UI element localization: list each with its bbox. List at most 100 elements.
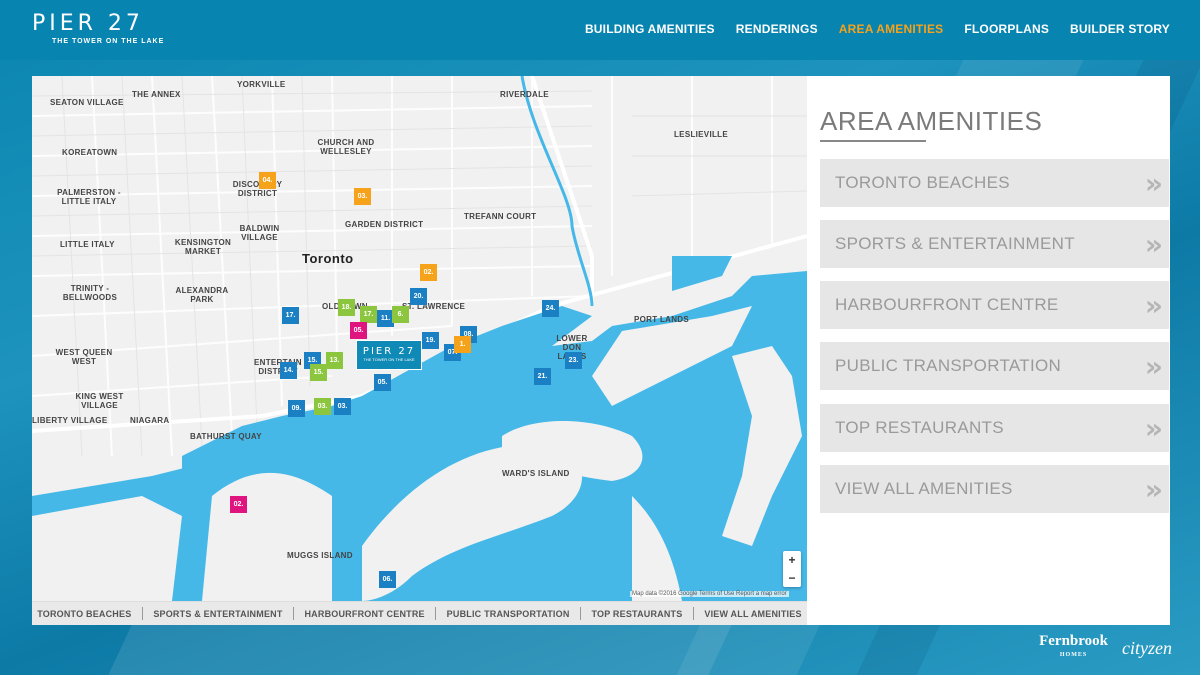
- sidebar-button-label: TOP RESTAURANTS: [835, 418, 1004, 437]
- map-marker[interactable]: 03.: [334, 398, 351, 415]
- map-label-niagara: NIAGARA: [130, 416, 170, 425]
- tab-divider: [141, 607, 143, 620]
- map-marker[interactable]: 05.: [374, 374, 391, 391]
- cityzen-name: cityzen: [1122, 638, 1172, 658]
- map-marker[interactable]: 03.: [314, 398, 331, 415]
- map-marker[interactable]: 13.: [326, 352, 343, 369]
- map-label-garden-district: GARDEN DISTRICT: [345, 220, 424, 229]
- chevron-double-right-icon: »: [1144, 166, 1163, 200]
- pier27-logo[interactable]: PIER 27 THE TOWER ON THE LAKE: [32, 11, 165, 46]
- title-underline: [820, 140, 926, 142]
- map-label-muggs-island: MUGGS ISLAND: [287, 551, 353, 560]
- map-marker[interactable]: 03.: [354, 188, 371, 205]
- map-tab-top-restaurants[interactable]: TOP RESTAURANTS: [591, 609, 682, 619]
- map-marker[interactable]: 19.: [422, 332, 439, 349]
- map-filter-tabs: TORONTO BEACHES SPORTS & ENTERTAINMENT H…: [32, 601, 807, 625]
- map-tab-view-all[interactable]: VIEW ALL AMENITIES: [704, 609, 801, 619]
- tab-divider: [293, 607, 295, 620]
- nav-floorplans[interactable]: FLOORPLANS: [964, 22, 1049, 36]
- map-marker[interactable]: 20.: [410, 288, 427, 305]
- map-label-bathurst-quay: BATHURST QUAY: [190, 432, 262, 441]
- map-marker[interactable]: 6.: [392, 306, 409, 323]
- map-label-riverdale: RIVERDALE: [500, 90, 549, 99]
- zoom-in-button[interactable]: +: [783, 551, 801, 569]
- map-marker[interactable]: 17.: [360, 306, 377, 323]
- map-marker[interactable]: 23.: [565, 352, 582, 369]
- map-label-wards-island: WARD'S ISLAND: [502, 469, 570, 478]
- map-marker[interactable]: 06.: [379, 571, 396, 588]
- zoom-control: + −: [783, 551, 801, 587]
- map-marker[interactable]: 02.: [420, 264, 437, 281]
- map-label-west-queen-west: WEST QUEEN WEST: [55, 348, 113, 366]
- chevron-double-right-icon: »: [1144, 227, 1163, 261]
- map-label-trinity-bellwoods: TRINITY - BELLWOODS: [62, 284, 118, 302]
- map-label-alexandra-park: ALEXANDRA PARK: [175, 286, 229, 304]
- map-label-trefann-court: TREFANN COURT: [464, 212, 537, 221]
- map-tab-harbourfront-centre[interactable]: HARBOURFRONT CENTRE: [304, 609, 424, 619]
- amenities-sidebar: AREA AMENITIES TORONTO BEACHES » SPORTS …: [807, 76, 1170, 625]
- tab-divider: [435, 607, 437, 620]
- sidebar-button-top-restaurants[interactable]: TOP RESTAURANTS »: [820, 404, 1169, 452]
- map-canvas: [32, 76, 807, 601]
- map-attribution[interactable]: Map data ©2016 Google Terms of Use Repor…: [630, 591, 789, 597]
- fernbrook-sub: HOMES: [1059, 652, 1088, 658]
- map-label-kensington-market: KENSINGTON MARKET: [174, 238, 232, 256]
- map-marker[interactable]: 09.: [288, 400, 305, 417]
- map-label-koreatown: KOREATOWN: [62, 148, 118, 157]
- cityzen-logo[interactable]: cityzen: [1122, 639, 1172, 657]
- map-label-discovery-district: DISCOVERY DISTRICT: [232, 180, 283, 198]
- map-label-seaton-village: SEATON VILLAGE: [50, 98, 124, 107]
- sidebar-button-harbourfront-centre[interactable]: HARBOURFRONT CENTRE »: [820, 281, 1169, 329]
- map-marker[interactable]: 14.: [280, 362, 297, 379]
- map-tab-public-transportation[interactable]: PUBLIC TRANSPORTATION: [447, 609, 570, 619]
- pier-tag-title: PIER 27: [362, 346, 416, 357]
- map-marker[interactable]: 15.: [310, 364, 327, 381]
- map-label-yorkville: YORKVILLE: [237, 80, 286, 89]
- fernbrook-logo[interactable]: Fernbrook HOMES: [1039, 634, 1108, 662]
- nav-area-amenities[interactable]: AREA AMENITIES: [839, 22, 944, 36]
- map-marker[interactable]: 18.: [338, 299, 355, 316]
- map-label-church-wellesley: CHURCH AND WELLESLEY: [317, 138, 375, 156]
- map-label-the-annex: THE ANNEX: [132, 90, 181, 99]
- main-nav: BUILDING AMENITIES RENDERINGS AREA AMENI…: [585, 22, 1170, 36]
- sidebar-button-label: PUBLIC TRANSPORTATION: [835, 356, 1062, 375]
- sidebar-button-label: HARBOURFRONT CENTRE: [835, 295, 1059, 314]
- tab-divider: [580, 607, 581, 620]
- chevron-double-right-icon: »: [1144, 411, 1163, 445]
- sidebar-button-public-transportation[interactable]: PUBLIC TRANSPORTATION »: [820, 342, 1169, 390]
- nav-building-amenities[interactable]: BUILDING AMENITIES: [585, 22, 715, 36]
- map-marker[interactable]: 21.: [534, 368, 551, 385]
- map-marker[interactable]: 17.: [282, 307, 299, 324]
- tab-divider: [692, 607, 694, 620]
- chevron-double-right-icon: »: [1144, 472, 1163, 506]
- sidebar-button-toronto-beaches[interactable]: TORONTO BEACHES »: [820, 159, 1169, 207]
- map-label-liberty-village: LIBERTY VILLAGE: [32, 416, 108, 425]
- logo-tagline: THE TOWER ON THE LAKE: [52, 38, 165, 45]
- sidebar-button-label: TORONTO BEACHES: [835, 173, 1010, 192]
- nav-renderings[interactable]: RENDERINGS: [736, 22, 818, 36]
- pier-tag-sub: THE TOWER ON THE LAKE: [363, 357, 415, 362]
- logo-wordmark: PIER 27: [32, 11, 144, 36]
- map-marker[interactable]: 05.: [350, 322, 367, 339]
- map-tab-sports-entertainment[interactable]: SPORTS & ENTERTAINMENT: [153, 609, 282, 619]
- map-marker[interactable]: 1.: [454, 336, 471, 353]
- nav-builder-story[interactable]: BUILDER STORY: [1070, 22, 1170, 36]
- area-map[interactable]: YORKVILLE THE ANNEX SEATON VILLAGE RIVER…: [32, 76, 807, 601]
- zoom-out-button[interactable]: −: [783, 569, 801, 587]
- map-marker[interactable]: 04.: [259, 172, 276, 189]
- sidebar-button-label: SPORTS & ENTERTAINMENT: [835, 234, 1075, 253]
- fernbrook-name: Fernbrook: [1039, 633, 1109, 649]
- map-label-leslieville: LESLIEVILLE: [674, 130, 728, 139]
- map-label-port-lands: PORT LANDS: [634, 315, 689, 324]
- map-marker[interactable]: 24.: [542, 300, 559, 317]
- map-marker[interactable]: 02.: [230, 496, 247, 513]
- sidebar-button-sports-entertainment[interactable]: SPORTS & ENTERTAINMENT »: [820, 220, 1169, 268]
- partner-logos: Fernbrook HOMES cityzen: [1039, 634, 1172, 662]
- map-label-little-italy: LITTLE ITALY: [60, 240, 115, 249]
- background-stripe: [106, 620, 734, 675]
- sidebar-title: AREA AMENITIES: [820, 106, 1043, 136]
- sidebar-button-view-all[interactable]: VIEW ALL AMENITIES »: [820, 465, 1169, 513]
- map-tab-toronto-beaches[interactable]: TORONTO BEACHES: [37, 609, 131, 619]
- sidebar-button-label: VIEW ALL AMENITIES: [835, 479, 1013, 498]
- pier27-map-marker[interactable]: PIER 27 THE TOWER ON THE LAKE: [356, 340, 422, 370]
